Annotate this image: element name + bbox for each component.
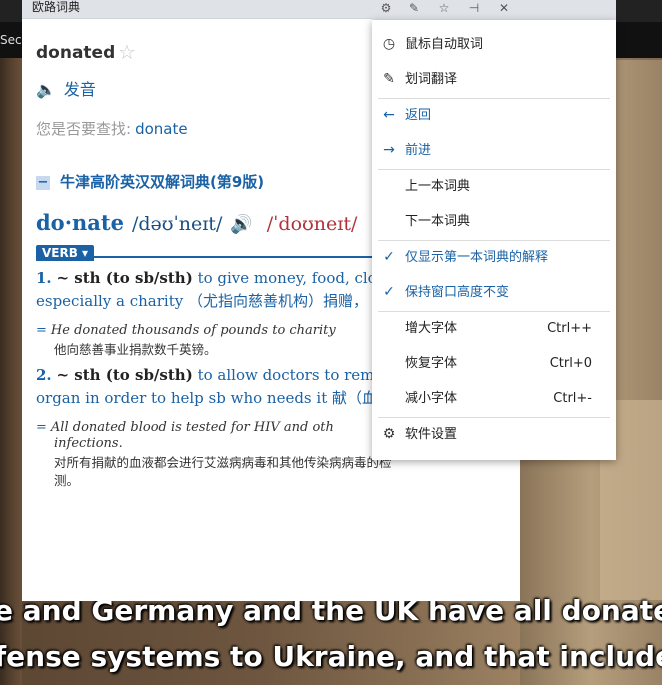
subtitle-line-2: fense systems to Ukraine, and that inclu… <box>0 640 662 673</box>
ipa-us: /ˈdoʊneɪt/ <box>266 213 358 235</box>
sense-2-line-2: organ in order to help sb who needs it 献… <box>36 389 377 407</box>
pen-icon: ✎ <box>383 71 395 87</box>
settings-icon[interactable]: ⚙ <box>374 0 398 18</box>
dictionary-name: 牛津高阶英汉双解词典(第9版) <box>60 173 265 191</box>
headword: do·nate <box>36 210 124 235</box>
sense-1-example-zh: 他向慈善事业捐款数千英镑。 <box>54 342 217 357</box>
suggestion-label: 您是否要查找: <box>36 120 132 138</box>
ipa-uk: /dəʊˈneɪt/ <box>131 213 223 235</box>
menu-item-forward[interactable]: → 前进 <box>372 134 616 168</box>
menu-item-label: 上一本词典 <box>405 179 471 194</box>
example-marker-icon: = <box>36 420 47 435</box>
sense-1-line-1: 1. ~ sth (to sb/sth) to give money, food… <box>36 267 392 290</box>
suggestion-link[interactable]: donate <box>135 120 188 138</box>
menu-item-label: 仅显示第一本词典的解释 <box>405 250 549 265</box>
star-icon[interactable]: ☆ <box>432 0 456 18</box>
settings-menu: ◷ 鼠标自动取词 ✎ 划词翻译 ← 返回 → 前进 上一本词典 下一本词典 ✓ … <box>372 20 616 460</box>
menu-item-label: 软件设置 <box>405 427 458 442</box>
menu-item-next-dictionary[interactable]: 下一本词典 <box>372 205 616 239</box>
menu-item-label: 保持窗口高度不变 <box>405 285 510 300</box>
menu-item-reset-font[interactable]: 恢复字体 Ctrl+0 <box>372 347 616 381</box>
lookup-word: donated <box>36 43 116 63</box>
arrow-right-icon: → <box>383 142 395 158</box>
menu-item-shortcut: Ctrl+- <box>553 391 592 406</box>
pin-icon[interactable]: ⊣ <box>462 0 486 18</box>
arrow-left-icon: ← <box>383 107 395 123</box>
menu-item-back[interactable]: ← 返回 <box>372 99 616 133</box>
menu-item-label: 增大字体 <box>405 321 458 336</box>
pos-tag[interactable]: VERB ▾ <box>36 245 95 261</box>
menu-item-label: 划词翻译 <box>405 72 458 87</box>
sense-1-line-2: especially a charity （尤指向慈善机构）捐赠， <box>36 292 368 310</box>
menu-item-keep-window-height[interactable]: ✓ 保持窗口高度不变 <box>372 276 616 310</box>
menu-item-shortcut: Ctrl+0 <box>549 356 592 371</box>
headword-line: do·nate/dəʊˈneɪt/ 🔊 /ˈdoʊneɪt/ <box>36 210 357 235</box>
menu-item-decrease-font[interactable]: 减小字体 Ctrl+- <box>372 382 616 416</box>
clock-icon: ◷ <box>382 36 396 52</box>
menu-item-label: 鼠标自动取词 <box>405 37 484 52</box>
menu-item-first-dictionary-only[interactable]: ✓ 仅显示第一本词典的解释 <box>372 241 616 275</box>
menu-titlebar-area: ⚙ ✎ ☆ ⊣ ✕ <box>372 0 616 20</box>
sense-2-line-1: 2. ~ sth (to sb/sth) to allow doctors to… <box>36 364 392 387</box>
sense-2-example-line-2: infections. <box>54 436 123 451</box>
menu-item-label: 前进 <box>405 143 432 158</box>
menu-item-selection-translate[interactable]: ✎ 划词翻译 <box>372 63 616 97</box>
sense-2-example-line-1: = All donated blood is tested for HIV and… <box>36 420 334 436</box>
menu-item-label: 恢复字体 <box>405 356 458 371</box>
sense-pattern: ~ sth (to sb/sth) <box>56 269 193 287</box>
pronounce-label[interactable]: 发音 <box>64 80 96 99</box>
menu-item-label: 返回 <box>405 108 432 123</box>
sense-definition: to allow doctors to remov <box>197 366 392 384</box>
close-icon[interactable]: ✕ <box>492 0 516 18</box>
menu-item-label: 下一本词典 <box>405 214 471 229</box>
menu-item-label: 减小字体 <box>405 391 458 406</box>
speaker-icon[interactable]: 🔈 <box>36 80 56 99</box>
favorite-star-icon[interactable]: ☆ <box>118 40 136 64</box>
sense-pattern: ~ sth (to sb/sth) <box>56 366 193 384</box>
edit-icon[interactable]: ✎ <box>402 0 426 18</box>
menu-item-auto-capture[interactable]: ◷ 鼠标自动取词 <box>372 28 616 62</box>
menu-item-shortcut: Ctrl++ <box>547 321 592 336</box>
sense-number: 2. <box>36 366 52 384</box>
sense-1-example: = He donated thousands of pounds to chari… <box>36 323 336 339</box>
example-text: All donated blood is tested for HIV and … <box>50 420 334 435</box>
sense-number: 1. <box>36 269 52 287</box>
check-icon: ✓ <box>383 284 395 300</box>
pronounce-row[interactable]: 🔈 发音 <box>36 76 96 100</box>
collapse-toggle-icon[interactable]: − <box>36 175 50 190</box>
menu-item-software-settings[interactable]: ⚙ 软件设置 <box>372 418 616 452</box>
gear-icon: ⚙ <box>382 426 396 442</box>
speaker-uk-icon[interactable]: 🔊 <box>230 214 252 235</box>
menu-item-prev-dictionary[interactable]: 上一本词典 <box>372 170 616 204</box>
dictionary-header[interactable]: − 牛津高阶英汉双解词典(第9版) <box>36 171 264 192</box>
example-marker-icon: = <box>36 323 47 338</box>
video-curtain <box>0 58 22 685</box>
sense-2-example-zh-line-1: 对所有捐献的血液都会进行艾滋病病毒和其他传染病病毒的检 <box>54 455 392 470</box>
sense-2-example-zh-line-2: 测。 <box>54 473 80 488</box>
sense-definition: to give money, food, cloth <box>197 269 393 287</box>
menu-item-increase-font[interactable]: 增大字体 Ctrl++ <box>372 312 616 346</box>
example-text: He donated thousands of pounds to charit… <box>50 323 336 338</box>
window-title: 欧路词典 <box>32 0 81 14</box>
check-icon: ✓ <box>383 249 395 265</box>
suggestion: 您是否要查找: donate <box>36 118 188 139</box>
